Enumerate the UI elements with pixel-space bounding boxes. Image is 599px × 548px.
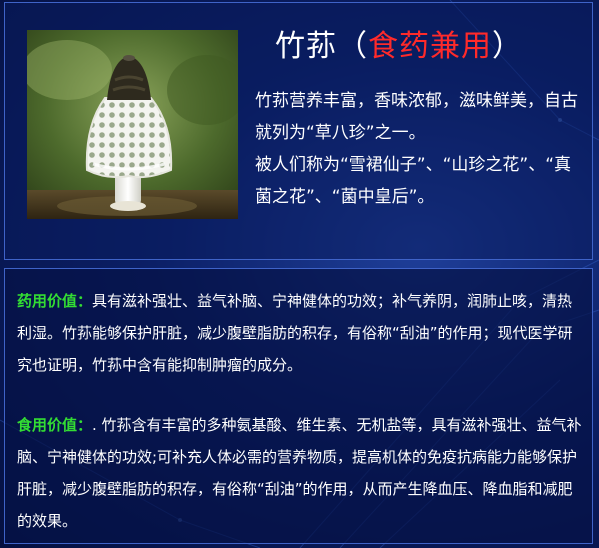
mushroom-illustration	[27, 30, 238, 219]
edible-value-text: . 竹荪含有丰富的多种氨基酸、维生素、无机盐等，具有滋补强壮、益气补脑、宁神健体…	[17, 416, 582, 530]
title-main: 竹荪	[275, 29, 337, 64]
intro-line-2: 被人们称为“雪裙仙子”、“山珍之花”、“真菌之花”、“菌中皇后”。	[255, 155, 572, 207]
intro-panel: 竹荪（食药兼用） 竹荪营养丰富，香味浓郁，滋味鲜美，自古就列为“草八珍”之一。 …	[4, 2, 593, 260]
edible-value-paragraph: 食用价值：. 竹荪含有丰富的多种氨基酸、维生素、无机盐等，具有滋补强壮、益气补脑…	[17, 409, 587, 537]
intro-description: 竹荪营养丰富，香味浓郁，滋味鲜美，自古就列为“草八珍”之一。 被人们称为“雪裙仙…	[255, 85, 580, 213]
medicinal-value-text: 具有滋补强壮、益气补脑、宁神健体的功效；补气养阴，润肺止咳，清热利湿。竹荪能够保…	[17, 292, 573, 374]
bamboo-fungus-photo	[27, 30, 238, 219]
medicinal-value-paragraph: 药用价值：具有滋补强壮、益气补脑、宁神健体的功效；补气养阴，润肺止咳，清热利湿。…	[17, 285, 587, 381]
page-title: 竹荪（食药兼用）	[275, 25, 523, 69]
value-panel: 药用价值：具有滋补强壮、益气补脑、宁神健体的功效；补气养阴，润肺止咳，清热利湿。…	[4, 268, 593, 544]
title-paren-close: ）	[492, 29, 523, 64]
title-paren-open: （	[337, 29, 368, 64]
edible-value-label: 食用价值：	[17, 416, 93, 434]
medicinal-value-label: 药用价值：	[17, 292, 93, 310]
intro-line-1: 竹荪营养丰富，香味浓郁，滋味鲜美，自古就列为“草八珍”之一。	[255, 91, 578, 143]
title-highlight: 食药兼用	[368, 29, 492, 64]
